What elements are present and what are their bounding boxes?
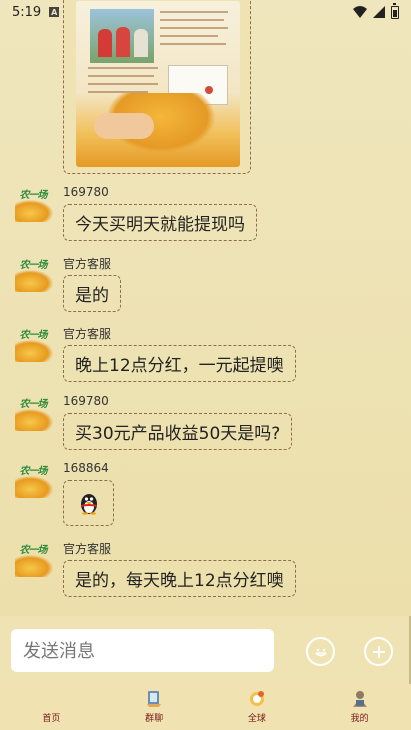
message-bubble[interactable]: 是的，每天晚上12点分红噢 [63, 560, 296, 597]
penguin-sticker-icon [80, 494, 97, 515]
globe-icon [249, 691, 264, 706]
status-time: 5:19 [12, 4, 42, 20]
profile-icon [352, 691, 367, 707]
message-input[interactable]: 发送消息 [11, 628, 274, 672]
tab-label: 全球 [247, 714, 266, 724]
avatar-logo-icon [15, 200, 53, 222]
avatar-logo-icon [15, 270, 53, 292]
message-bubble[interactable]: 买30元产品收益50天是吗? [63, 413, 293, 450]
sender-name: 169780 [63, 185, 109, 199]
avatar[interactable]: 农一场 [12, 395, 54, 435]
tab-label: 首页 [42, 714, 61, 724]
tab-profile[interactable]: 我的 [308, 684, 411, 730]
avatar-logo-text: 农一场 [19, 259, 48, 271]
avatar-logo-text: 农一场 [19, 189, 48, 201]
tab-home[interactable]: 首页 [0, 684, 103, 730]
sender-name: 168864 [63, 461, 109, 475]
avatar[interactable]: 农一场 [12, 462, 54, 502]
tab-group-chat[interactable]: 群聊 [103, 684, 206, 730]
wifi-icon [353, 6, 367, 18]
avatar-logo-text: 农一场 [19, 544, 48, 556]
chat-area[interactable]: 农一场 169780 今天买明天就能提现吗 农一场 官方客服 是的 农一场 官方… [0, 0, 411, 616]
avatar-logo-icon [15, 409, 53, 431]
home-icon [42, 690, 60, 708]
avatar-logo-text: 农一场 [19, 465, 48, 477]
sender-name: 官方客服 [63, 257, 112, 271]
avatar[interactable]: 农一场 [12, 186, 54, 226]
status-bar: 5:19 A [0, 0, 411, 24]
sender-name: 官方客服 [63, 327, 112, 341]
emoji-button[interactable] [306, 637, 335, 666]
message-bubble[interactable]: 是的 [63, 275, 121, 312]
message-input-bar: 发送消息 [0, 616, 411, 684]
message-bubble[interactable]: 晚上12点分红，一元起提噢 [63, 345, 296, 382]
avatar[interactable]: 农一场 [12, 541, 54, 581]
tab-label: 我的 [350, 714, 369, 724]
avatar-logo-icon [15, 555, 53, 577]
sim-icon: A [49, 7, 60, 17]
avatar[interactable]: 农一场 [12, 256, 54, 296]
sender-name: 169780 [63, 394, 109, 408]
message-bubble[interactable]: 今天买明天就能提现吗 [63, 204, 257, 241]
avatar-logo-icon [15, 476, 53, 498]
avatar-logo-text: 农一场 [19, 398, 48, 410]
group-chat-icon [147, 691, 162, 707]
hands-illustration [94, 113, 154, 139]
signal-icon [373, 6, 385, 18]
smiley-icon [314, 648, 327, 656]
sticker-message-bubble[interactable] [63, 480, 114, 526]
promo-poster-image[interactable] [76, 1, 240, 167]
add-attachment-button[interactable] [364, 637, 393, 666]
sender-name: 官方客服 [63, 542, 112, 556]
avatar-logo-text: 农一场 [19, 329, 48, 341]
plus-icon [372, 645, 385, 658]
bottom-tab-bar: 首页 群聊 全球 我的 [0, 684, 411, 730]
avatar[interactable]: 农一场 [12, 326, 54, 366]
avatar-logo-icon [15, 340, 53, 362]
battery-icon [391, 2, 399, 19]
tab-label: 群聊 [145, 714, 164, 724]
image-message-bubble[interactable] [63, 0, 251, 174]
tab-global[interactable]: 全球 [206, 684, 309, 730]
